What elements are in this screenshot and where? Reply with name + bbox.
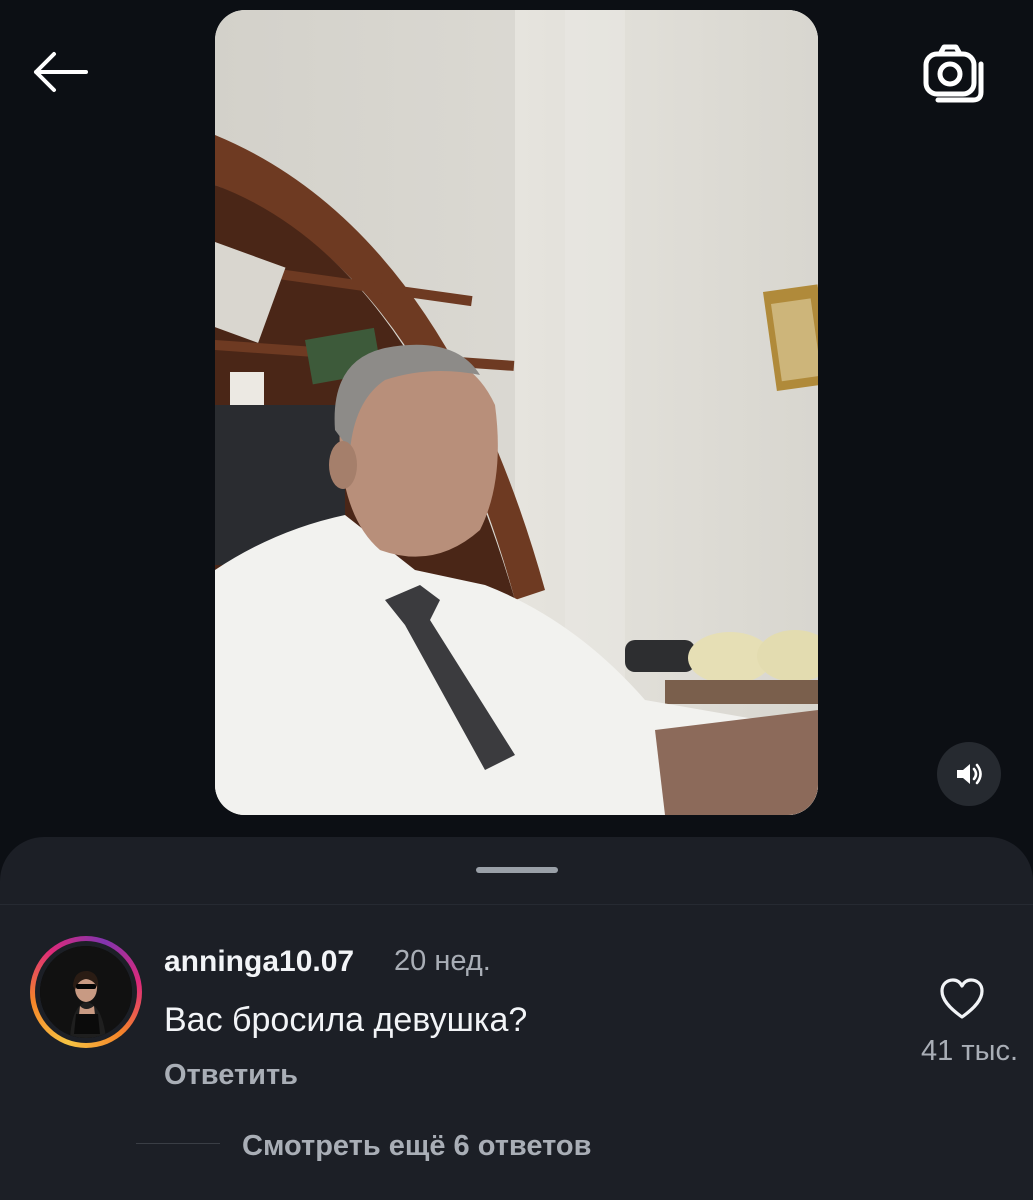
arrow-left-icon bbox=[34, 52, 88, 92]
camera-button[interactable] bbox=[918, 40, 988, 106]
sound-toggle-button[interactable] bbox=[937, 742, 1001, 806]
video-player[interactable] bbox=[215, 10, 818, 815]
divider bbox=[0, 904, 1033, 905]
speaker-icon bbox=[957, 763, 982, 785]
avatar-image bbox=[40, 946, 132, 1038]
back-button[interactable] bbox=[28, 48, 92, 96]
replies-line bbox=[136, 1143, 220, 1144]
comment-text: Вас бросила девушка? bbox=[164, 1001, 528, 1039]
comment-username[interactable]: anninga10.07 bbox=[164, 945, 354, 979]
camera-icon bbox=[923, 44, 984, 103]
avatar[interactable] bbox=[30, 936, 142, 1048]
like-count: 41 тыс. bbox=[921, 1035, 1018, 1067]
drag-handle[interactable] bbox=[476, 867, 558, 873]
comment-time: 20 нед. bbox=[394, 945, 491, 977]
view-more-replies-button[interactable]: Смотреть ещё 6 ответов bbox=[242, 1130, 591, 1163]
like-button[interactable] bbox=[938, 977, 986, 1021]
heart-icon bbox=[940, 978, 984, 1019]
reply-button[interactable]: Ответить bbox=[164, 1059, 298, 1092]
video-frame-image bbox=[215, 10, 818, 815]
comments-sheet: anninga10.07 20 нед. Вас бросила девушка… bbox=[0, 837, 1033, 1200]
